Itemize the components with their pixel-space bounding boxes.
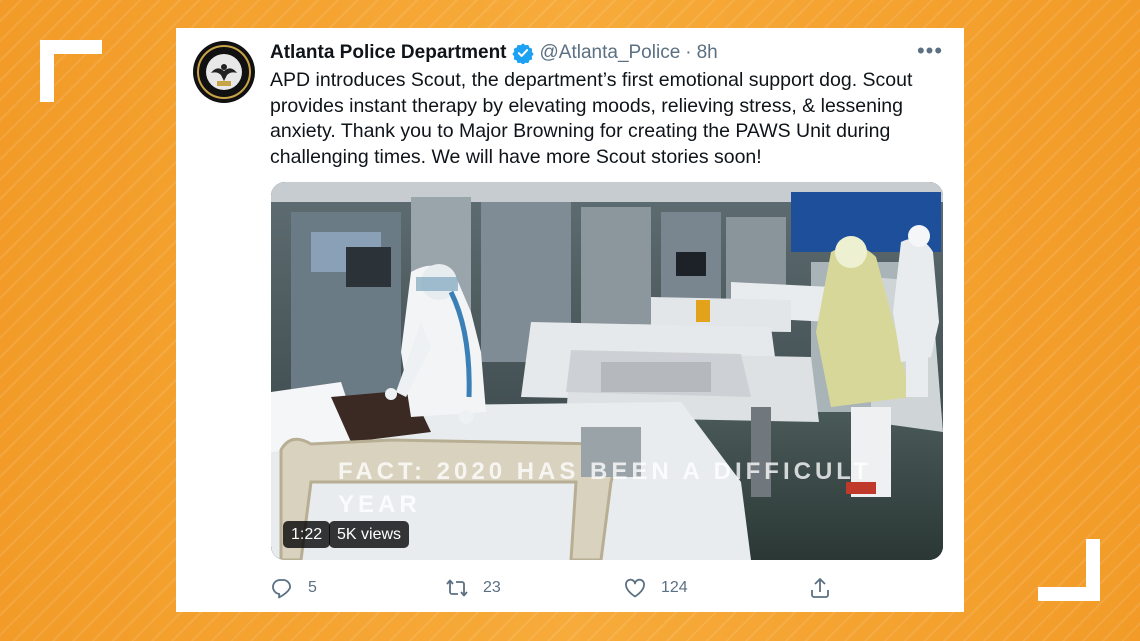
video-duration: 1:22 [283,521,331,548]
video-caption: FACT: 2020 HAS BEEN A DIFFICULT YEAR [338,458,872,518]
tweet-text: APD introduces Scout, the department’s f… [270,69,913,168]
video-player[interactable]: FACT: 2020 HAS BEEN A DIFFICULT YEAR 1:2… [271,182,943,560]
police-seal-icon [194,42,254,102]
like-icon [625,578,645,598]
display-name[interactable]: Atlanta Police Department [270,42,507,64]
corner-bracket-bottom-right [1038,539,1100,601]
reply-icon [272,579,291,599]
reply-button[interactable]: 5 [270,574,317,602]
tweet-header: Atlanta Police Department @Atlanta_Polic… [270,40,718,66]
more-icon[interactable]: ••• [916,38,944,63]
user-handle[interactable]: @Atlanta_Police [540,42,681,64]
tweet-actions: 5 23 124 [270,574,950,602]
reply-count: 5 [308,579,317,596]
retweet-icon [446,579,468,597]
like-count: 124 [661,579,688,596]
like-button[interactable]: 124 [623,574,688,602]
share-button[interactable] [808,574,832,602]
retweet-count: 23 [483,579,501,596]
avatar[interactable] [193,41,255,103]
retweet-button[interactable]: 23 [445,574,501,602]
tweet-card: Atlanta Police Department @Atlanta_Polic… [176,28,964,612]
share-icon [811,578,829,598]
video-views: 5K views [329,521,410,548]
corner-bracket-top-left [40,40,102,102]
timestamp[interactable]: 8h [697,42,718,64]
separator-dot: · [685,42,692,63]
verified-badge-icon [511,43,534,64]
